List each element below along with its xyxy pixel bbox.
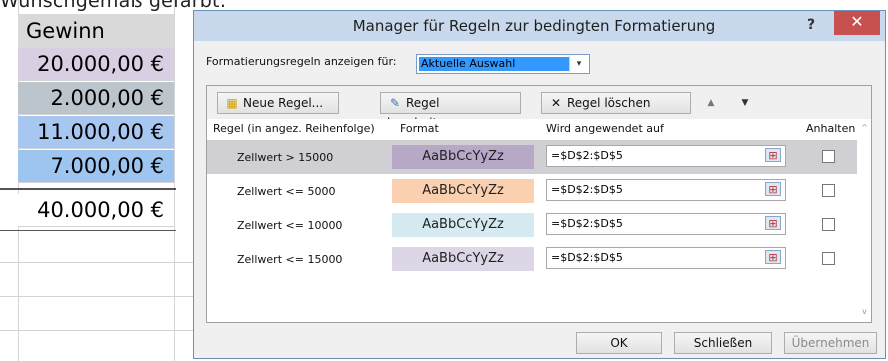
applies-to-field[interactable]: =$D$2:$D$5 bbox=[546, 145, 786, 167]
delete-rule-label: Regel löschen bbox=[567, 96, 651, 110]
rules-toolbar: ▦ Neue Regel... ✎Regel bearbeiten... ✕ Reg… bbox=[206, 85, 872, 130]
close-dialog-button[interactable]: Schließen bbox=[674, 332, 772, 354]
delete-icon: ✕ bbox=[550, 96, 562, 110]
scroll-down-icon[interactable]: v bbox=[858, 305, 871, 319]
rule-condition: Zellwert <= 15000 bbox=[237, 253, 343, 266]
cell-d3[interactable]: 2.000,00 € bbox=[18, 82, 174, 115]
format-preview: AaBbCcYyZz bbox=[392, 247, 534, 271]
rule-row[interactable]: Zellwert <= 5000 AaBbCcYyZz =$D$2:$D$5 ⊞ bbox=[207, 174, 857, 208]
stop-if-true-checkbox[interactable] bbox=[822, 252, 835, 265]
title-bar[interactable]: Manager für Regeln zur bedingten Formati… bbox=[194, 11, 885, 41]
cell-d4[interactable]: 11.000,00 € bbox=[18, 116, 174, 149]
format-preview: AaBbCcYyZz bbox=[392, 179, 534, 203]
rule-row[interactable]: Zellwert <= 15000 AaBbCcYyZz =$D$2:$D$5 … bbox=[207, 242, 857, 276]
show-rules-label: Formatierungsregeln anzeigen für: bbox=[206, 55, 397, 68]
range-picker-icon[interactable]: ⊞ bbox=[765, 250, 781, 264]
cell-d5[interactable]: 7.000,00 € bbox=[18, 150, 174, 183]
format-preview: AaBbCcYyZz bbox=[392, 145, 534, 169]
help-button[interactable]: ? bbox=[796, 13, 826, 37]
scroll-up-icon[interactable]: ^ bbox=[858, 121, 871, 135]
new-rule-icon: ▦ bbox=[226, 96, 238, 110]
rules-table-header: Regel (in angez. Reihenfolge) Format Wir… bbox=[207, 119, 871, 139]
dialog-title: Manager für Regeln zur bedingten Formati… bbox=[352, 17, 716, 35]
cell-d6-total[interactable]: 40.000,00 € bbox=[18, 194, 174, 227]
col-rule: Regel (in angez. Reihenfolge) bbox=[213, 122, 375, 135]
caption-text: Wunschgemäß gefärbt: bbox=[0, 0, 227, 12]
grid-line bbox=[174, 0, 175, 361]
dialog-footer: OK Schließen Übernehmen bbox=[194, 325, 885, 358]
sum-border bbox=[0, 188, 176, 190]
stop-if-true-checkbox[interactable] bbox=[822, 150, 835, 163]
stop-if-true-checkbox[interactable] bbox=[822, 184, 835, 197]
edit-rule-button[interactable]: ✎Regel bearbeiten... bbox=[380, 92, 521, 130]
rule-condition: Zellwert <= 10000 bbox=[237, 219, 343, 232]
grid-line bbox=[0, 262, 200, 263]
grid-line bbox=[0, 296, 200, 297]
scope-dropdown[interactable]: Aktuelle Auswahl ▾ bbox=[416, 54, 590, 74]
chevron-down-icon[interactable]: ▾ bbox=[569, 56, 588, 72]
range-picker-icon[interactable]: ⊞ bbox=[765, 148, 781, 162]
rule-condition: Zellwert > 15000 bbox=[237, 151, 334, 164]
move-up-arrow-icon[interactable]: ▲ bbox=[697, 92, 725, 114]
applies-to-field[interactable]: =$D$2:$D$5 bbox=[546, 247, 786, 269]
rule-condition: Zellwert <= 5000 bbox=[237, 185, 336, 198]
col-stop-if-true: Anhalten bbox=[806, 122, 856, 135]
column-header-gewinn[interactable]: Gewinn bbox=[18, 14, 174, 48]
rule-row[interactable]: Zellwert <= 10000 AaBbCcYyZz =$D$2:$D$5 … bbox=[207, 208, 857, 242]
new-rule-label: Neue Regel... bbox=[243, 96, 324, 110]
new-rule-button[interactable]: ▦ Neue Regel... bbox=[217, 92, 339, 114]
edit-rule-icon: ✎ bbox=[389, 96, 401, 110]
range-picker-icon[interactable]: ⊞ bbox=[765, 216, 781, 230]
grid-line bbox=[0, 330, 200, 331]
conditional-formatting-rules-manager-dialog: Manager für Regeln zur bedingten Formati… bbox=[193, 10, 886, 359]
ok-button[interactable]: OK bbox=[576, 332, 662, 354]
applies-to-field[interactable]: =$D$2:$D$5 bbox=[546, 213, 786, 235]
move-down-arrow-icon[interactable]: ▼ bbox=[731, 92, 759, 114]
delete-rule-button[interactable]: ✕ Regel löschen bbox=[541, 92, 691, 114]
col-applies-to: Wird angewendet auf bbox=[546, 122, 664, 135]
close-button[interactable]: ✕ bbox=[834, 11, 880, 35]
format-preview: AaBbCcYyZz bbox=[392, 213, 534, 237]
applies-to-field[interactable]: =$D$2:$D$5 bbox=[546, 179, 786, 201]
col-format: Format bbox=[400, 122, 439, 135]
rules-scrollbar[interactable]: ^ v bbox=[858, 119, 871, 322]
stop-if-true-checkbox[interactable] bbox=[822, 218, 835, 231]
sum-border-bottom bbox=[0, 230, 176, 231]
rule-row[interactable]: Zellwert > 15000 AaBbCcYyZz =$D$2:$D$5 ⊞ bbox=[207, 140, 857, 174]
apply-button[interactable]: Übernehmen bbox=[784, 332, 877, 354]
scope-selected-value[interactable]: Aktuelle Auswahl bbox=[419, 57, 569, 71]
dialog-body: Formatierungsregeln anzeigen für: Aktuel… bbox=[194, 41, 885, 358]
cell-d2[interactable]: 20.000,00 € bbox=[18, 48, 174, 81]
range-picker-icon[interactable]: ⊞ bbox=[765, 182, 781, 196]
